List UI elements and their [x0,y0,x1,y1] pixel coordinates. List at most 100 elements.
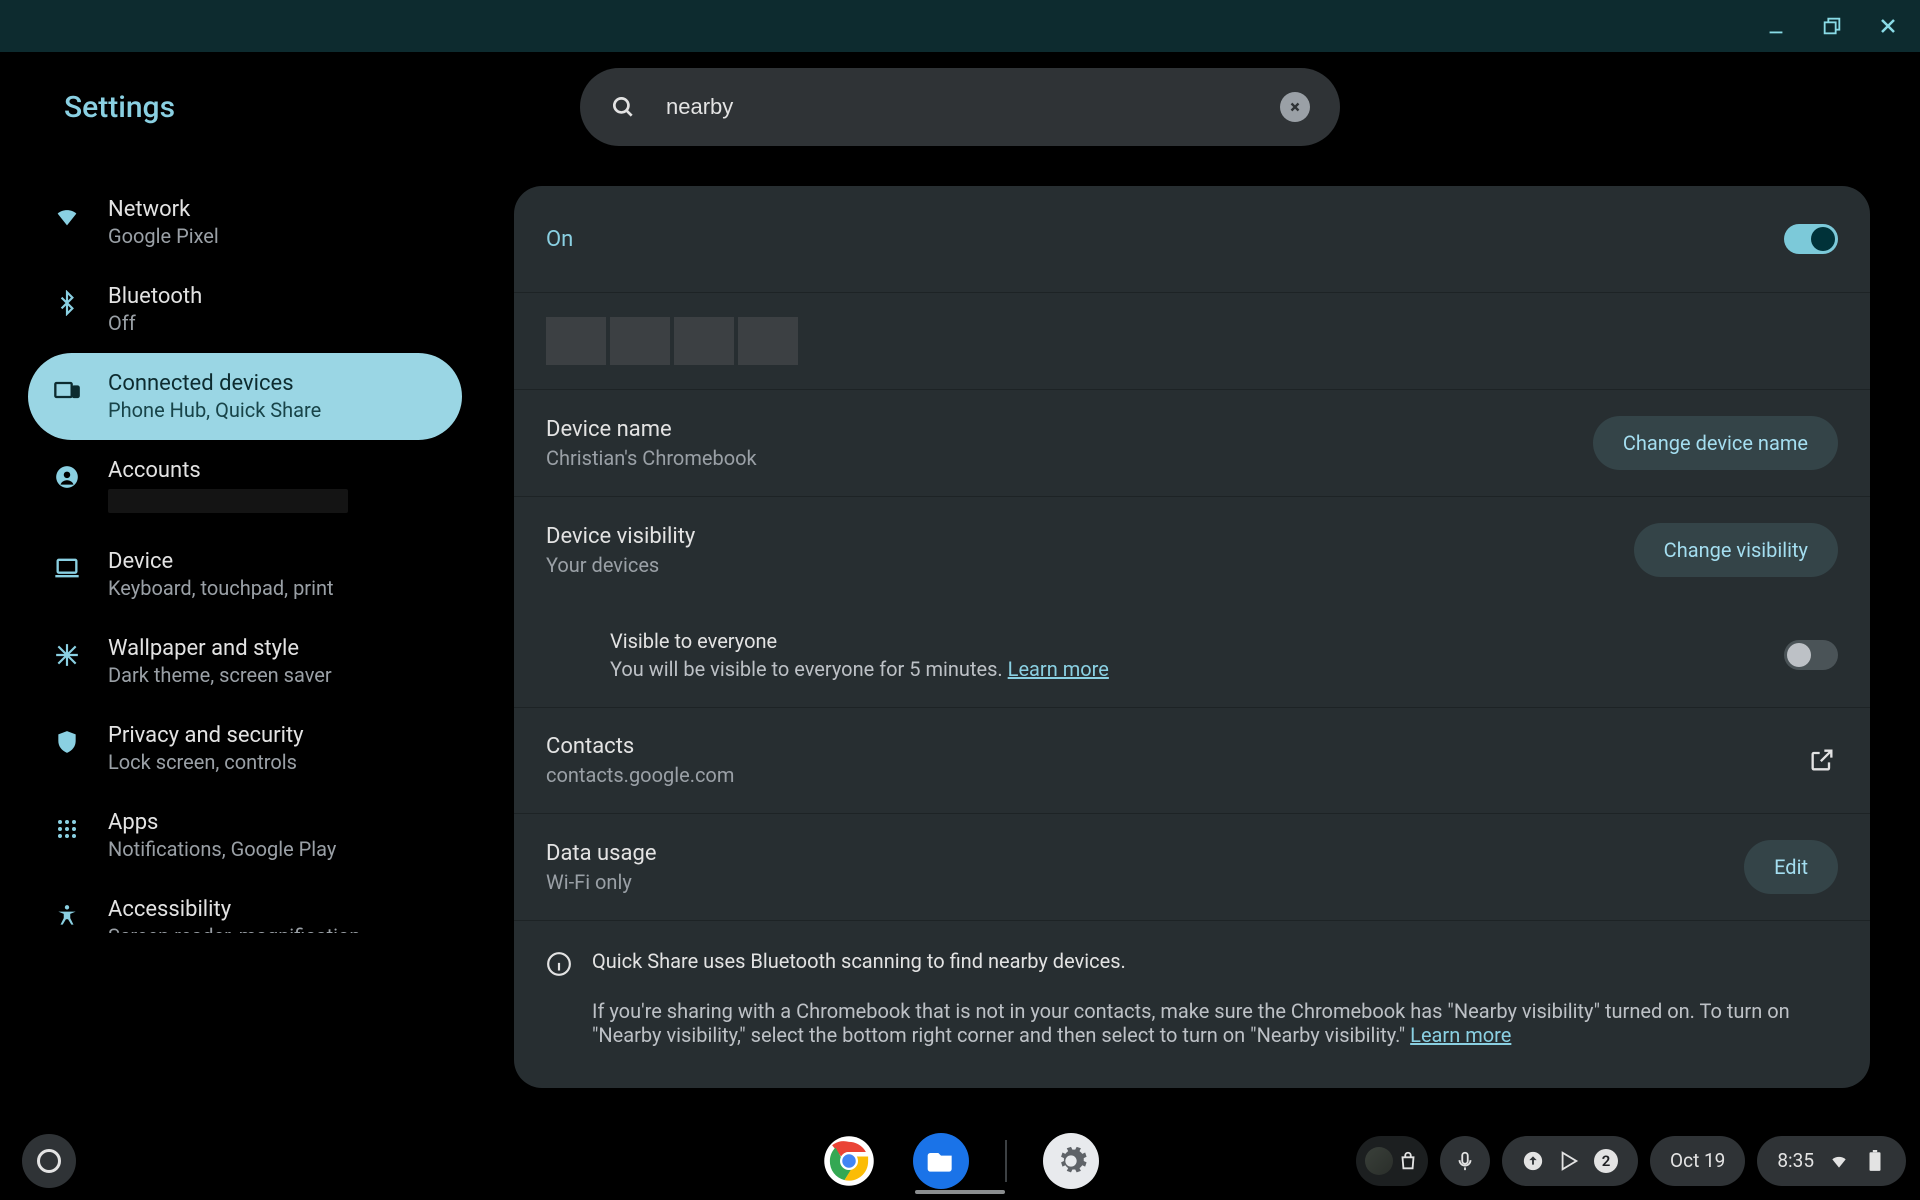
nav-sublabel: Keyboard, touchpad, print [108,576,334,600]
search-bar[interactable] [580,68,1340,146]
wifi-status-icon [1828,1150,1850,1172]
search-container [580,68,1340,146]
nav-sublabel: Screen reader, magnification [108,924,360,933]
quick-share-toggle[interactable] [1784,224,1838,254]
accessibility-icon [52,901,82,931]
redacted-chip [674,317,734,365]
date-text: Oct 19 [1670,1149,1725,1172]
sidebar-item-connected-devices[interactable]: Connected devices Phone Hub, Quick Share [28,353,462,440]
bluetooth-icon [52,288,82,318]
shelf-divider [1005,1140,1007,1182]
nav-sublabel: Phone Hub, Quick Share [108,398,321,422]
nav-list: Network Google Pixel Bluetooth Off C [28,179,462,933]
redacted-chip [738,317,798,365]
nav-label: Accounts [108,458,348,483]
change-device-name-button[interactable]: Change device name [1593,416,1838,470]
device-name-label: Device name [546,417,757,442]
nav-sublabel: Off [108,311,202,335]
chrome-app-icon[interactable] [821,1133,877,1189]
search-icon [610,94,636,120]
search-input[interactable] [666,94,1250,120]
device-visibility-label: Device visibility [546,524,695,549]
redacted-chip [546,317,606,365]
data-usage-value: Wi-Fi only [546,870,657,894]
change-visibility-button[interactable]: Change visibility [1634,523,1838,577]
search-clear-button[interactable] [1280,92,1310,122]
minimize-button[interactable] [1762,12,1790,40]
shield-icon [52,727,82,757]
learn-more-link[interactable]: Learn more [1410,1023,1511,1047]
sidebar-item-privacy[interactable]: Privacy and security Lock screen, contro… [28,705,462,792]
mic-tray-button[interactable] [1440,1136,1490,1186]
system-tray: 2 Oct 19 8:35 [1356,1136,1906,1186]
redacted-email [108,489,348,513]
time-text: 8:35 [1777,1149,1814,1172]
palette-icon [52,640,82,670]
shelf-handle[interactable] [915,1190,1005,1194]
redacted-chip [610,317,670,365]
on-label: On [546,227,573,252]
edit-data-usage-button[interactable]: Edit [1744,840,1838,894]
sidebar-item-network[interactable]: Network Google Pixel [28,179,462,266]
apps-icon [52,814,82,844]
nav-label: Privacy and security [108,723,304,748]
battery-status-icon [1864,1150,1886,1172]
nav-sublabel: Google Pixel [108,224,219,248]
nav-label: Connected devices [108,371,321,396]
date-tray[interactable]: Oct 19 [1650,1136,1745,1186]
sidebar-item-accessibility[interactable]: Accessibility Screen reader, magnificati… [28,879,462,933]
contacts-row[interactable]: Contacts contacts.google.com [514,708,1870,814]
sidebar-item-apps[interactable]: Apps Notifications, Google Play [28,792,462,879]
nav-label: Apps [108,810,336,835]
visible-everyone-label: Visible to everyone [610,629,1109,653]
settings-app-icon[interactable] [1043,1133,1099,1189]
play-store-icon [1558,1150,1580,1172]
close-button[interactable] [1874,12,1902,40]
tote-tray-button[interactable] [1356,1136,1428,1186]
quick-share-toggle-row: On [514,186,1870,293]
sidebar-item-device[interactable]: Device Keyboard, touchpad, print [28,531,462,618]
nav-sublabel: Lock screen, controls [108,750,304,774]
sidebar-item-wallpaper[interactable]: Wallpaper and style Dark theme, screen s… [28,618,462,705]
sidebar-item-bluetooth[interactable]: Bluetooth Off [28,266,462,353]
nav-label: Bluetooth [108,284,202,309]
contacts-label: Contacts [546,734,734,759]
contacts-value: contacts.google.com [546,763,734,787]
device-visibility-value: Your devices [546,553,695,577]
visible-everyone-desc: You will be visible to everyone for 5 mi… [610,657,1109,681]
nav-label: Accessibility [108,897,360,922]
devices-icon [52,375,82,405]
learn-more-link[interactable]: Learn more [1008,657,1109,681]
nav-label: Device [108,549,334,574]
settings-card: On Device name Christian's Chromebook Ch… [514,186,1870,1088]
device-name-value: Christian's Chromebook [546,446,757,470]
maximize-button[interactable] [1818,12,1846,40]
shelf-pinned-apps [821,1133,1099,1189]
data-usage-row: Data usage Wi-Fi only Edit [514,814,1870,921]
info-icon [546,951,572,977]
external-link-icon[interactable] [1808,746,1838,776]
redacted-row [514,293,1870,390]
launcher-icon [37,1149,61,1173]
data-usage-label: Data usage [546,841,657,866]
sidebar: Settings Network Google Pixel Bluetooth … [0,52,490,1121]
info-row: Quick Share uses Bluetooth scanning to f… [514,921,1870,1071]
account-icon [52,462,82,492]
notifications-tray[interactable]: 2 [1502,1136,1638,1186]
nav-label: Wallpaper and style [108,636,332,661]
nav-sublabel: Notifications, Google Play [108,837,336,861]
status-tray[interactable]: 8:35 [1757,1136,1906,1186]
files-app-icon[interactable] [913,1133,969,1189]
nav-sublabel: Dark theme, screen saver [108,663,332,687]
window-titlebar [0,0,1920,52]
app-body: Settings Network Google Pixel Bluetooth … [0,52,1920,1121]
nav-label: Network [108,197,219,222]
visible-everyone-toggle[interactable] [1784,640,1838,670]
launcher-button[interactable] [22,1134,76,1188]
shelf: 2 Oct 19 8:35 [0,1121,1920,1200]
device-name-row: Device name Christian's Chromebook Chang… [514,390,1870,497]
notification-count-badge: 2 [1594,1149,1618,1173]
avatar-icon [1365,1147,1393,1175]
wifi-icon [52,201,82,231]
sidebar-item-accounts[interactable]: Accounts [28,440,462,531]
